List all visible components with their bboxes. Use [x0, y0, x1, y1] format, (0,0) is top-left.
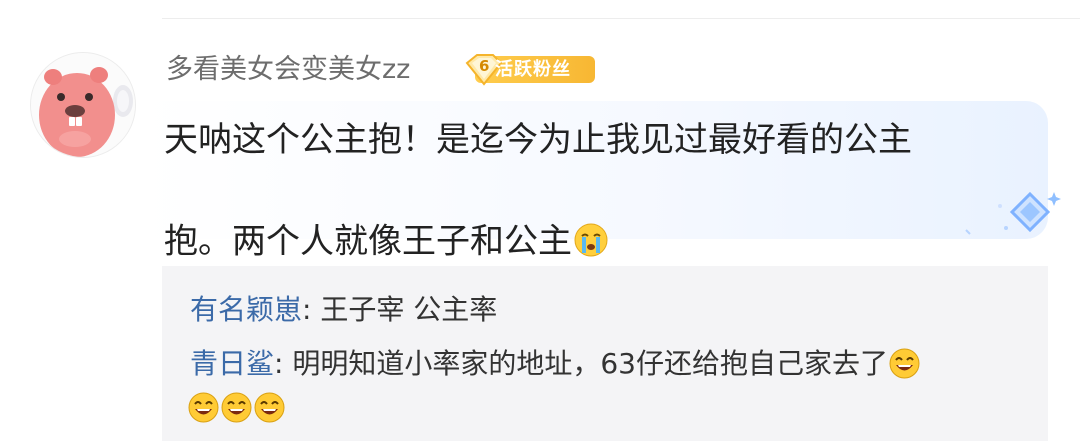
- reply-item[interactable]: 有名颖崽: 王子宰 公主率: [190, 291, 497, 329]
- reply-author[interactable]: 青日鲨: [190, 347, 274, 380]
- laughing-emoji-row: [188, 392, 287, 426]
- comment-body: 天呐这个公主抱！是迄今为止我见过最好看的公主 抱。两个人就像王子和公主: [164, 120, 912, 262]
- reply-author[interactable]: 有名颖崽: [190, 293, 302, 326]
- laughing-emoji-icon: [221, 392, 252, 423]
- fan-badge[interactable]: 6 活跃粉丝: [463, 53, 597, 86]
- fan-badge-label: 活跃粉丝: [495, 59, 571, 80]
- top-divider: [162, 18, 1080, 19]
- reply-item[interactable]: 青日鲨: 明明知道小率家的地址，63仔还给抱自己家去了: [190, 345, 920, 383]
- laughing-emoji-icon: [254, 392, 285, 423]
- diamond-decoration-icon: [960, 184, 1070, 244]
- laughing-emoji-icon: [188, 392, 219, 423]
- username[interactable]: 多看美女会变美女zz: [166, 52, 410, 88]
- beaver-avatar-icon: [31, 53, 135, 157]
- reply-text: 王子宰 公主率: [311, 293, 498, 326]
- reply-text: 明明知道小率家的地址，63仔还给抱自己家去了: [283, 347, 888, 380]
- fan-badge-level: 6: [479, 57, 490, 75]
- avatar[interactable]: [30, 52, 136, 158]
- laughing-emoji-icon: [889, 348, 920, 379]
